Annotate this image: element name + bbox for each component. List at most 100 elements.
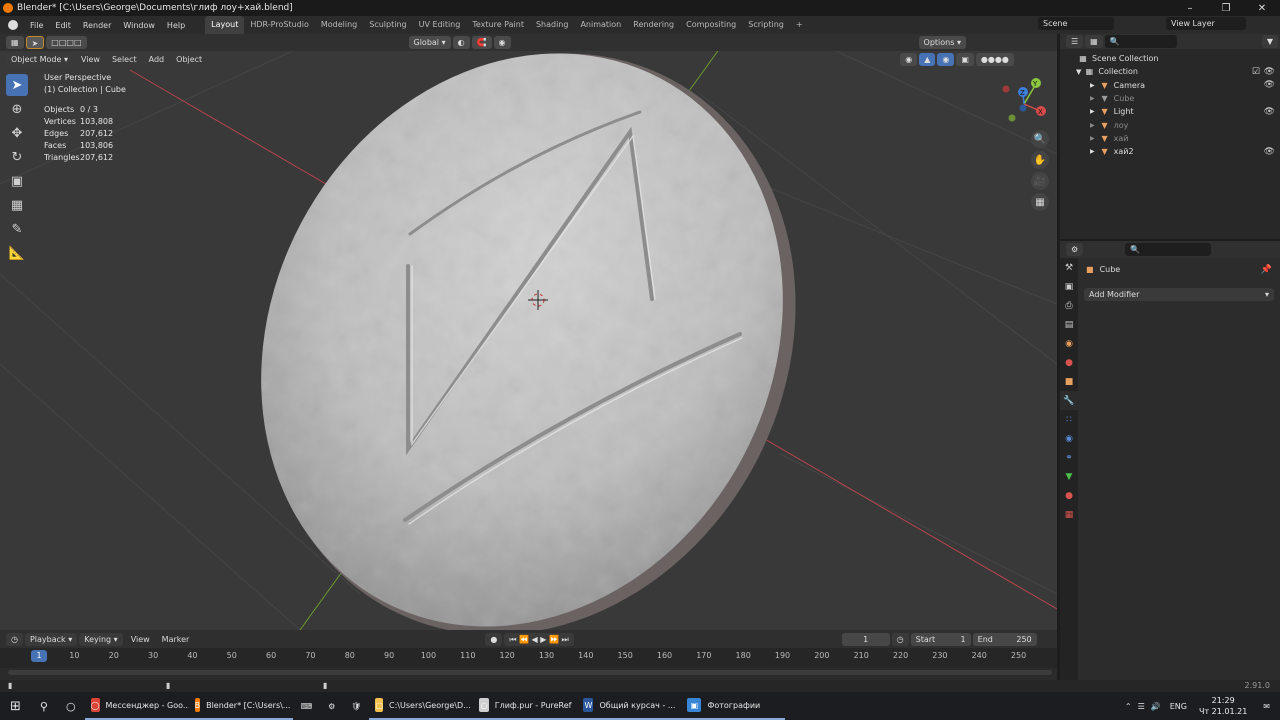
overlay-toggle-icon[interactable]: ◉	[937, 52, 955, 66]
expand-arrow-icon[interactable]: ▶	[1090, 108, 1095, 115]
constraints-tab-icon[interactable]: ⚭	[1060, 448, 1078, 467]
timeline-scrollbar[interactable]	[8, 670, 1052, 675]
xray-icon[interactable]: ▣	[956, 52, 974, 66]
zoom-icon[interactable]: 🔍	[1031, 130, 1049, 148]
editor-type-icon[interactable]: ▦	[6, 36, 24, 49]
tab-compositing[interactable]: Compositing	[680, 16, 742, 34]
start-frame-field[interactable]: Start 1	[910, 632, 971, 646]
pinned-app-icon[interactable]: 🛡	[343, 692, 369, 720]
filter-icon[interactable]: ▼	[1261, 35, 1278, 48]
select-tool-icon[interactable]: ➤	[25, 36, 45, 49]
material-tab-icon[interactable]: ●	[1060, 486, 1078, 505]
clock[interactable]: 21:29 Чт 21.01.21	[1193, 695, 1253, 717]
outliner-item[interactable]: ▶ ▼ хай	[1060, 132, 1280, 145]
minimize-button[interactable]: –	[1172, 0, 1208, 16]
eye-icon[interactable]: 👁	[1264, 80, 1275, 90]
menu-object[interactable]: Object	[170, 55, 208, 64]
taskbar-app[interactable]: ▢ C:\Users\George\D...	[369, 692, 474, 720]
modifier-tab-icon[interactable]: 🔧	[1060, 391, 1078, 410]
rotate-tool-icon[interactable]: ↻	[6, 146, 28, 168]
select-mode-icons[interactable]: □□□□	[46, 36, 87, 49]
tray-expand-icon[interactable]: ⌃	[1122, 692, 1135, 720]
outliner-search-input[interactable]: 🔍	[1104, 35, 1177, 48]
timeline-editor-icon[interactable]: ◷	[6, 632, 23, 646]
scene-collection-row[interactable]: ▦ Scene Collection	[1060, 52, 1280, 65]
taskbar-app[interactable]: ○ Глиф.pur - PureRef	[473, 692, 578, 720]
outliner-item[interactable]: ▶ ▼ Light 👁	[1060, 105, 1280, 118]
outliner-item[interactable]: ▶ ▼ хай2 👁	[1060, 145, 1280, 158]
3d-viewport[interactable]: Y X Z ▦ ➤ □□□□ Global ▾ ◐ 🧲 ◉ Options ▾ …	[0, 34, 1057, 630]
eye-icon[interactable]: 👁	[1264, 147, 1275, 157]
keying-menu[interactable]: Keying ▾	[79, 632, 123, 646]
marker-menu[interactable]: Marker	[156, 635, 196, 644]
playback-menu[interactable]: Playback ▾	[24, 632, 78, 646]
tab-hdr-prostudio[interactable]: HDR-ProStudio	[244, 16, 314, 34]
move-tool-icon[interactable]: ✥	[6, 122, 28, 144]
camera-view-icon[interactable]: 🎥	[1031, 172, 1049, 190]
start-button[interactable]: ⊞	[0, 692, 31, 720]
timeline-view-menu[interactable]: View	[125, 635, 156, 644]
checkbox-icon[interactable]: ☑	[1252, 67, 1260, 77]
transform-tool-icon[interactable]: ▦	[6, 194, 28, 216]
tab-layout[interactable]: Layout	[205, 16, 245, 34]
scene-tab-icon[interactable]: ◉	[1060, 334, 1078, 353]
pan-hand-icon[interactable]: ✋	[1031, 151, 1049, 169]
expand-arrow-icon[interactable]: ▶	[1090, 95, 1095, 102]
menu-edit[interactable]: Edit	[49, 21, 77, 30]
outliner-item[interactable]: ▶ ▼ лоу	[1060, 118, 1280, 131]
taskbar-app[interactable]: B Blender* [C:\Users\...	[188, 692, 293, 720]
physics-tab-icon[interactable]: ◉	[1060, 429, 1078, 448]
menu-help[interactable]: Help	[161, 21, 191, 30]
select-box-tool-icon[interactable]: ➤	[6, 74, 28, 96]
preview-range-icon[interactable]: ◷	[891, 632, 909, 646]
add-workspace-icon[interactable]: +	[790, 16, 809, 34]
tool-tab-icon[interactable]: ⚒	[1060, 258, 1078, 277]
menu-view[interactable]: View	[75, 55, 106, 64]
shading-mode-icons[interactable]: ●●●●	[975, 52, 1014, 66]
output-tab-icon[interactable]: ⎙	[1060, 296, 1078, 315]
proportional-edit-icon[interactable]: ◉	[493, 36, 511, 49]
add-modifier-dropdown[interactable]: Add Modifier ▾	[1084, 288, 1274, 301]
view-layer-selector[interactable]: View Layer	[1166, 17, 1246, 30]
properties-search-input[interactable]: 🔍	[1125, 243, 1212, 256]
end-frame-field[interactable]: End 250	[972, 632, 1037, 646]
collection-row[interactable]: ▼ ▦ Collection ☑ 👁	[1060, 65, 1280, 78]
expand-arrow-icon[interactable]: ▶	[1090, 148, 1095, 155]
pinned-app-icon[interactable]: ⌨	[293, 692, 321, 720]
visibility-icon[interactable]: ◉	[900, 52, 918, 66]
annotate-tool-icon[interactable]: ✎	[6, 218, 28, 240]
tab-animation[interactable]: Animation	[574, 16, 627, 34]
gizmo-toggle-icon[interactable]: ▲	[919, 52, 936, 66]
volume-icon[interactable]: 🔊	[1148, 692, 1164, 720]
eye-icon[interactable]: 👁	[1264, 107, 1275, 117]
options-dropdown[interactable]: Options ▾	[918, 36, 966, 49]
tab-modeling[interactable]: Modeling	[315, 16, 363, 34]
tab-rendering[interactable]: Rendering	[627, 16, 680, 34]
scale-tool-icon[interactable]: ▣	[6, 170, 28, 192]
mode-dropdown[interactable]: Object Mode ▾	[6, 52, 73, 66]
eye-icon[interactable]: 👁	[1264, 67, 1275, 77]
outliner-item[interactable]: ▶ ▼ Camera 👁	[1060, 79, 1280, 92]
cursor-tool-icon[interactable]: ⊕	[6, 98, 28, 120]
world-tab-icon[interactable]: ●	[1060, 353, 1078, 372]
display-mode-icon[interactable]: ▦	[1085, 35, 1103, 48]
particles-tab-icon[interactable]: ∷	[1060, 410, 1078, 429]
texture-tab-icon[interactable]: ▦	[1060, 505, 1078, 524]
record-icon[interactable]: ●	[485, 632, 503, 646]
measure-tool-icon[interactable]: 📐	[6, 242, 28, 264]
tab-shading[interactable]: Shading	[530, 16, 575, 34]
language-indicator[interactable]: ENG	[1164, 692, 1193, 720]
pinned-app-icon[interactable]: ⚙	[320, 692, 343, 720]
data-tab-icon[interactable]: ▼	[1060, 467, 1078, 486]
taskbar-app[interactable]: ▣ Фотографии	[681, 692, 786, 720]
expand-arrow-icon[interactable]: ▶	[1090, 135, 1095, 142]
expand-arrow-icon[interactable]: ▶	[1090, 82, 1095, 89]
render-tab-icon[interactable]: ▣	[1060, 277, 1078, 296]
outliner-item[interactable]: ▶ ▼ Cube	[1060, 92, 1280, 105]
taskbar-app[interactable]: W Общий курсач - ...	[577, 692, 682, 720]
tab-scripting[interactable]: Scripting	[742, 16, 790, 34]
search-icon[interactable]: ⚲	[31, 692, 57, 720]
stone-mesh[interactable]	[162, 34, 896, 630]
task-view-icon[interactable]: ○	[57, 692, 85, 720]
close-button[interactable]: ✕	[1244, 0, 1280, 16]
